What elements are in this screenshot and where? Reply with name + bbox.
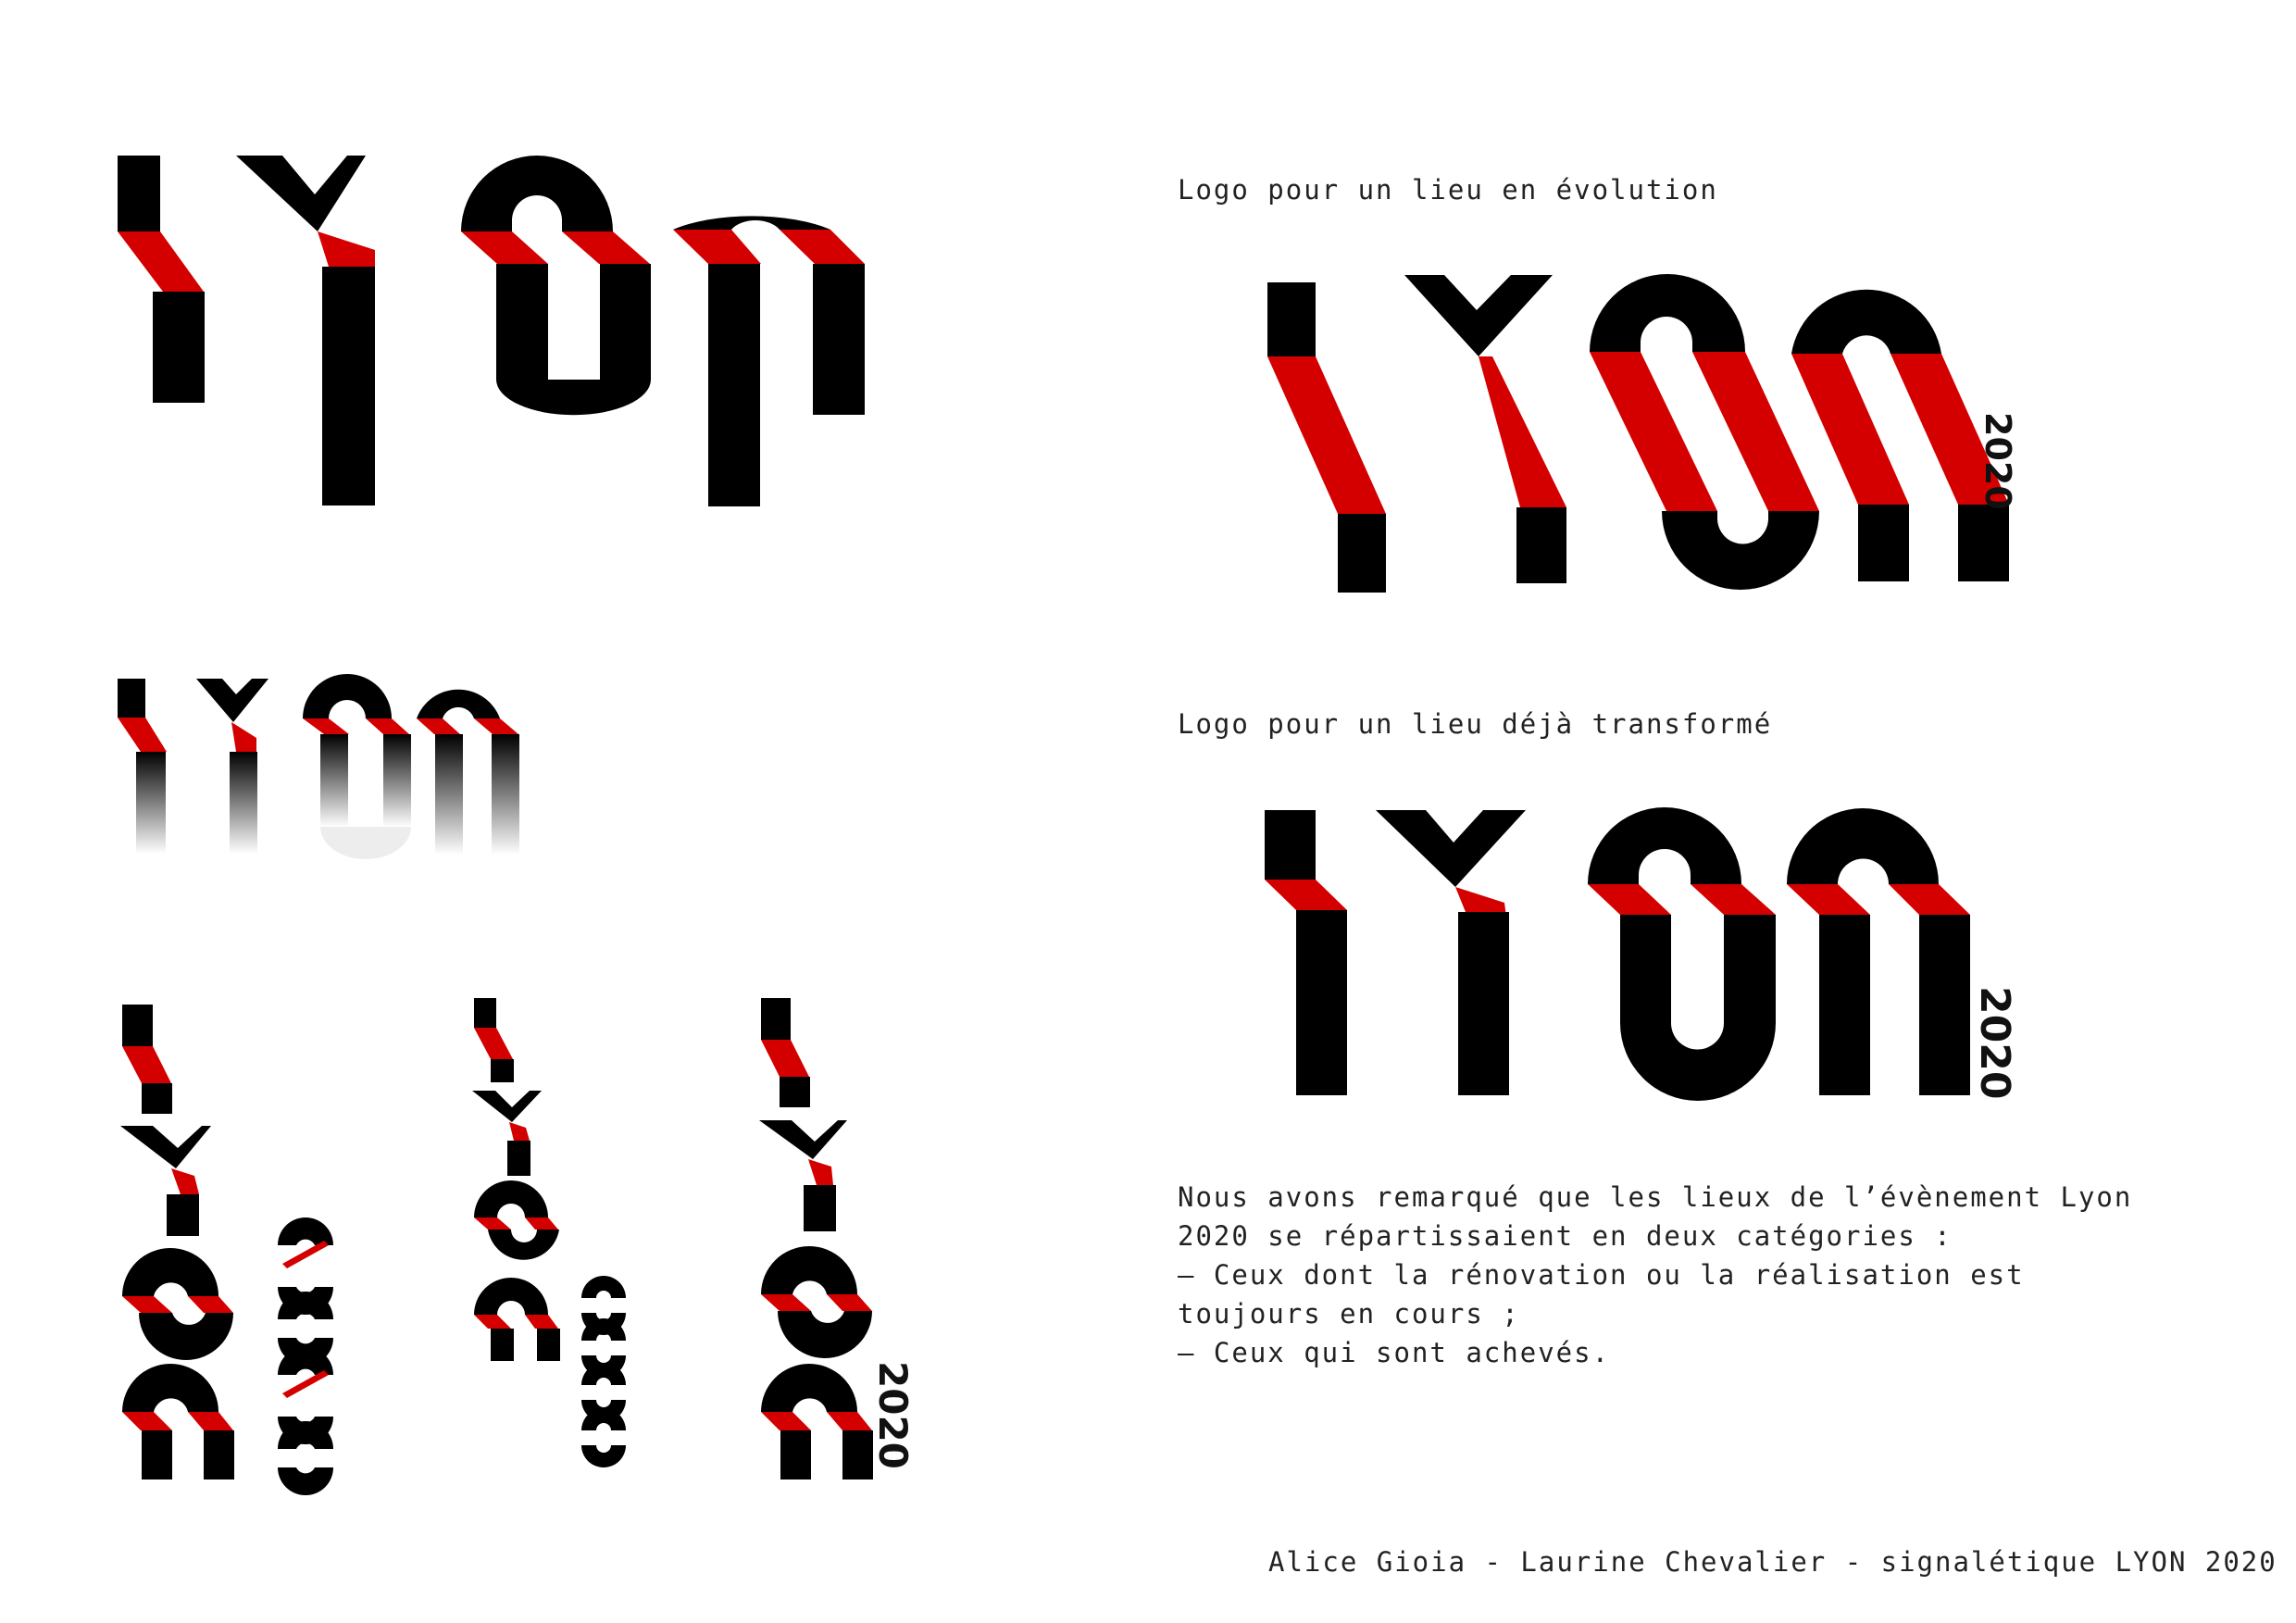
artboard: 2020 2020 2020 bbox=[118, 156, 2018, 1495]
caption-transformed: Logo pour un lieu déjà transformé bbox=[1178, 708, 1773, 740]
logo-evolving: 2020 bbox=[1267, 274, 2018, 593]
year-label: 2020 bbox=[1978, 412, 2018, 510]
logo-transformed: 2020 bbox=[1265, 807, 2018, 1101]
description: Nous avons remarqué que les lieux de l’é… bbox=[1178, 1178, 2132, 1372]
caption-evolving: Logo pour un lieu en évolution bbox=[1178, 174, 1718, 206]
logo-vertical-1 bbox=[120, 1005, 234, 1479]
description-line: toujours en cours ; bbox=[1178, 1298, 1520, 1330]
description-line: Nous avons remarqué que les lieux de l’é… bbox=[1178, 1181, 2133, 1213]
description-line: — Ceux qui sont achevés. bbox=[1178, 1337, 1611, 1368]
logo-vertical-2 bbox=[472, 998, 560, 1361]
description-line: — Ceux dont la rénovation ou la réalisat… bbox=[1178, 1259, 2025, 1291]
year-glyphs-vertical-1 bbox=[278, 1217, 333, 1495]
description-line: 2020 se répartissaient en deux catégorie… bbox=[1178, 1220, 1953, 1252]
credits: Alice Gioia - Laurine Chevalier - signal… bbox=[1268, 1546, 2277, 1578]
year-glyphs-vertical-2 bbox=[581, 1276, 626, 1467]
logo-vertical-3: 2020 bbox=[759, 998, 916, 1479]
year-label: 2020 bbox=[870, 1361, 916, 1469]
logo-sketch-split bbox=[118, 156, 865, 506]
year-label: 2020 bbox=[1971, 986, 2018, 1099]
logo-sketch-fade bbox=[118, 674, 519, 859]
